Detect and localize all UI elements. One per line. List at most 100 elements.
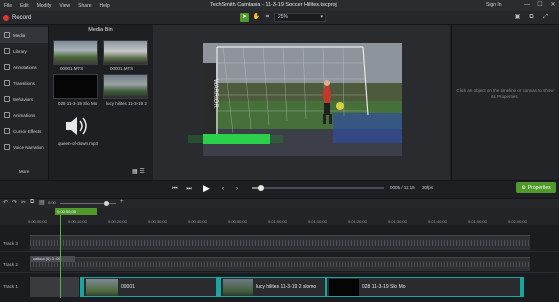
gap-clip[interactable] bbox=[30, 277, 79, 297]
scrub-handle[interactable] bbox=[258, 185, 264, 191]
previous-frame-icon[interactable]: ‹ bbox=[218, 184, 228, 194]
tool-animations-label: Animations bbox=[13, 112, 36, 118]
playback-bar bbox=[0, 180, 559, 198]
ruler-tick: 0:01:30;00 bbox=[388, 219, 407, 224]
tool-voice-narration[interactable]: Voice Narration bbox=[0, 139, 48, 155]
cut-icon[interactable]: ✂ bbox=[21, 199, 26, 206]
record-dot-icon bbox=[3, 14, 9, 21]
tool-transitions-label: Transitions bbox=[13, 80, 35, 86]
canvas-zoom-select[interactable]: 25% ▾ bbox=[274, 13, 326, 22]
select-tool-icon[interactable]: ➤ bbox=[240, 13, 249, 22]
clip-label: 00001 bbox=[121, 284, 135, 290]
tool-transitions[interactable]: Transitions bbox=[0, 75, 48, 91]
canvas-options-icon[interactable]: ▣ bbox=[513, 13, 522, 22]
record-label: Record bbox=[12, 14, 32, 21]
media-thumb-4[interactable] bbox=[103, 74, 148, 99]
transitions-icon bbox=[4, 80, 10, 86]
tool-annotations[interactable]: Annotations bbox=[0, 59, 48, 75]
tool-media[interactable]: Media bbox=[0, 27, 48, 43]
audio-media-thumb[interactable] bbox=[53, 112, 98, 140]
canvas-zoom-value: 25% bbox=[278, 14, 289, 20]
menu-modify[interactable]: Modify bbox=[33, 3, 56, 9]
media-icon bbox=[4, 32, 10, 38]
more-tools-button[interactable]: More bbox=[0, 166, 48, 177]
properties-empty-text: Click an object on the timeline or canva… bbox=[456, 88, 554, 99]
menu-share[interactable]: Share bbox=[74, 3, 95, 9]
play-button[interactable]: ▶ bbox=[200, 182, 213, 195]
ruler-tick: 0:00:10;00 bbox=[68, 219, 87, 224]
media-thumb-1[interactable] bbox=[53, 40, 98, 65]
track-3-label[interactable]: Track 3 bbox=[3, 241, 18, 246]
library-icon bbox=[4, 48, 10, 54]
tool-cursor-effects[interactable]: Cursor Effects bbox=[0, 123, 48, 139]
track-2-label[interactable]: Track 2 bbox=[3, 262, 18, 267]
menu-view[interactable]: View bbox=[55, 3, 74, 9]
menu-edit[interactable]: Edit bbox=[16, 3, 33, 9]
track-1-label[interactable]: Track 1 bbox=[3, 284, 18, 289]
timeline-zoom-handle[interactable] bbox=[104, 201, 109, 206]
pan-tool-icon[interactable]: ✋ bbox=[252, 13, 261, 22]
tool-voice-narration-label: Voice Narration bbox=[13, 144, 44, 150]
next-frame-icon[interactable]: › bbox=[232, 184, 242, 194]
ruler-tick: 0:02:00;00 bbox=[508, 219, 527, 224]
undo-icon[interactable]: ↶ bbox=[3, 199, 8, 206]
media-label-1: 00001.MTS bbox=[60, 66, 84, 71]
animations-icon bbox=[4, 112, 10, 118]
scrub-track[interactable] bbox=[252, 187, 384, 189]
close-window-button[interactable]: ✕ bbox=[548, 1, 558, 9]
media-thumb-2[interactable] bbox=[103, 40, 148, 65]
ruler-tick: 0:00:50;00 bbox=[228, 219, 247, 224]
clip-thumbnail bbox=[223, 279, 253, 296]
tool-animations[interactable]: Animations bbox=[0, 107, 48, 123]
video-clip-3[interactable]: 028 11-3-19 Slo Mo bbox=[326, 277, 521, 297]
track-divider bbox=[0, 272, 559, 273]
playhead-time[interactable]: 0:00:00;05 bbox=[55, 208, 97, 215]
properties-button[interactable]: ⚙ Properties bbox=[516, 182, 556, 193]
menu-help[interactable]: Help bbox=[96, 3, 114, 9]
record-button[interactable]: Record bbox=[3, 12, 31, 23]
audio-clip[interactable] bbox=[30, 257, 530, 271]
audio-clip[interactable] bbox=[30, 235, 530, 250]
ruler-tick: 0:01:10;00 bbox=[308, 219, 327, 224]
redo-icon[interactable]: ↷ bbox=[12, 199, 17, 206]
copy-icon[interactable]: ⧉ bbox=[30, 199, 34, 206]
sign-in-link[interactable]: Sign In bbox=[486, 2, 502, 8]
video-clip-1[interactable]: 00001 bbox=[83, 277, 217, 297]
green-title-overlay[interactable] bbox=[203, 134, 270, 144]
ruler-tick: 0:01:20;00 bbox=[348, 219, 367, 224]
ruler-tick: 0:01:00;00 bbox=[268, 219, 287, 224]
step-forward-icon[interactable]: ⏭ bbox=[184, 184, 194, 194]
clip-handle[interactable] bbox=[521, 277, 524, 297]
chevron-down-icon: ▾ bbox=[320, 14, 323, 20]
minimize-button[interactable]: — bbox=[522, 1, 532, 9]
speaker-icon bbox=[66, 117, 87, 135]
menu-file[interactable]: File bbox=[0, 3, 16, 9]
media-label-5: queen-of-down.mp3 bbox=[58, 141, 99, 146]
tools-panel: Media Library Annotations Transitions Be… bbox=[0, 25, 48, 180]
clip-thumbnail bbox=[329, 279, 359, 296]
media-label-2: 00001.MTS bbox=[110, 66, 134, 71]
callout-clip[interactable]: callout (0) 3 :09 bbox=[30, 256, 75, 262]
media-label-4: lucy hilites 11-3-19 2 bbox=[106, 101, 147, 106]
maximize-button[interactable]: ☐ bbox=[535, 1, 545, 9]
cursor-effects-icon bbox=[4, 128, 10, 134]
tool-behaviors[interactable]: Behaviors bbox=[0, 91, 48, 107]
video-clip-2[interactable]: lucy hilites 11-3-19 2 slomo bbox=[220, 277, 326, 297]
zoom-in-icon[interactable]: + bbox=[120, 199, 124, 205]
detach-canvas-icon[interactable]: ⧉ bbox=[527, 13, 536, 22]
microphone-icon bbox=[4, 144, 10, 150]
annotations-icon bbox=[4, 64, 10, 70]
bin-view-toggle-icon[interactable]: ▦ ☰ bbox=[132, 168, 145, 175]
behaviors-icon bbox=[4, 96, 10, 102]
ruler-tick: 0:00:40;00 bbox=[188, 219, 207, 224]
paste-icon[interactable]: ▤ bbox=[39, 199, 45, 206]
clip-label: 028 11-3-19 Slo Mo bbox=[362, 284, 406, 290]
playhead-line[interactable] bbox=[60, 208, 61, 298]
fullscreen-icon[interactable]: ⤢ bbox=[541, 13, 550, 22]
media-thumb-3[interactable] bbox=[53, 74, 98, 99]
tool-library[interactable]: Library bbox=[0, 43, 48, 59]
step-back-icon[interactable]: ⏮ bbox=[170, 184, 180, 194]
media-bin-title: Media Bin bbox=[88, 27, 113, 33]
crop-tool-icon[interactable]: ⌗ bbox=[263, 13, 272, 22]
track-divider bbox=[0, 251, 559, 252]
